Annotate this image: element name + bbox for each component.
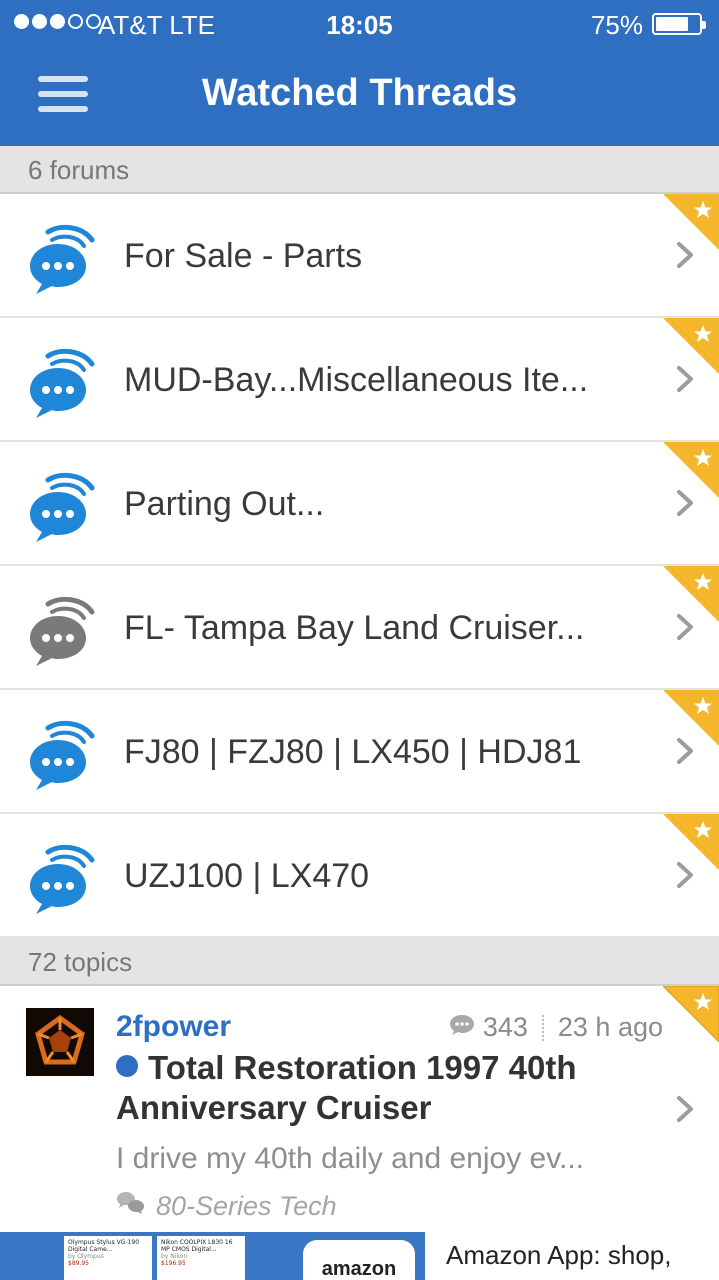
ad-product-brand: by Olympus	[68, 1253, 104, 1260]
watched-star-icon	[663, 194, 719, 250]
ad-product-title: Nikon COOLPIX L830 16 MP CMOS Digital...	[161, 1239, 233, 1253]
forum-row[interactable]: FL- Tampa Bay Land Cruiser...	[0, 566, 719, 690]
reply-count-icon	[449, 1012, 475, 1043]
ad-product-price: $196.95	[161, 1260, 186, 1267]
watched-star-icon	[663, 814, 719, 870]
topics-section-header: 72 topics	[0, 938, 719, 986]
chat-bubble-icon	[26, 346, 98, 418]
page-title: Watched Threads	[201, 72, 518, 114]
watched-star-icon	[661, 985, 719, 1043]
topic-row[interactable]: 2fpower 343 23 h ago Total Restoration 1…	[0, 985, 719, 1231]
forum-label: UZJ100 | LX470	[124, 857, 370, 895]
ad-text: Amazon App: shop,	[446, 1240, 672, 1270]
reply-count: 343	[482, 1012, 528, 1042]
battery-icon	[652, 13, 706, 35]
forum-label: MUD-Bay...Miscellaneous Ite...	[124, 361, 589, 399]
forums-section-header: 6 forums	[0, 146, 719, 194]
watched-star-icon	[663, 442, 719, 498]
status-bar: AT&T LTE 18:05 75%	[0, 0, 719, 48]
forum-label: For Sale - Parts	[124, 237, 363, 275]
topic-title-text: Total Restoration 1997 40th Anniversary …	[116, 1049, 577, 1126]
chat-bubble-icon	[26, 718, 98, 790]
forum-row[interactable]: Parting Out...	[0, 442, 719, 566]
chat-bubble-icon	[26, 842, 98, 914]
chat-bubble-icon	[26, 470, 98, 542]
forum-row[interactable]: FJ80 | FZJ80 | LX450 | HDJ81	[0, 690, 719, 814]
watched-star-icon	[663, 690, 719, 746]
forum-row[interactable]: For Sale - Parts	[0, 194, 719, 318]
avatar	[26, 1008, 94, 1076]
topic-forum: 80-Series Tech	[116, 1190, 337, 1223]
amazon-logo: amazon	[303, 1240, 415, 1280]
chevron-right-icon	[675, 1095, 695, 1123]
watched-star-icon	[663, 566, 719, 622]
ad-banner[interactable]: Olympus Stylus VG-190 Digital Came... by…	[0, 1232, 719, 1280]
battery-percent: 75%	[590, 10, 643, 40]
unread-indicator	[116, 1055, 138, 1077]
topic-snippet: I drive my 40th daily and enjoy ev...	[116, 1142, 585, 1175]
topic-time: 23 h ago	[557, 1012, 663, 1042]
top-bar: AT&T LTE 18:05 75% Watched Threads	[0, 0, 719, 146]
forum-label: Parting Out...	[124, 485, 325, 523]
forum-row[interactable]: UZJ100 | LX470	[0, 814, 719, 938]
topic-author[interactable]: 2fpower	[116, 1010, 231, 1044]
ad-product-title: Olympus Stylus VG-190 Digital Came...	[68, 1239, 140, 1253]
topic-title: Total Restoration 1997 40th Anniversary …	[116, 1048, 676, 1128]
watched-star-icon	[663, 318, 719, 374]
topic-meta: 343 23 h ago	[449, 1012, 663, 1043]
forum-row[interactable]: MUD-Bay...Miscellaneous Ite...	[0, 318, 719, 442]
ad-product-price: $89.95	[68, 1260, 89, 1267]
topic-forum-label[interactable]: 80-Series Tech	[156, 1191, 337, 1222]
ad-product-brand: by Nikon	[161, 1253, 188, 1260]
forum-bubbles-icon	[116, 1190, 146, 1223]
forum-label: FJ80 | FZJ80 | LX450 | HDJ81	[124, 733, 582, 771]
ad-product-card[interactable]: Nikon COOLPIX L830 16 MP CMOS Digital...…	[157, 1236, 245, 1280]
chat-bubble-icon	[26, 594, 98, 666]
forum-label: FL- Tampa Bay Land Cruiser...	[124, 609, 585, 647]
chat-bubble-icon	[26, 222, 98, 294]
ad-product-card[interactable]: Olympus Stylus VG-190 Digital Came... by…	[64, 1236, 152, 1280]
